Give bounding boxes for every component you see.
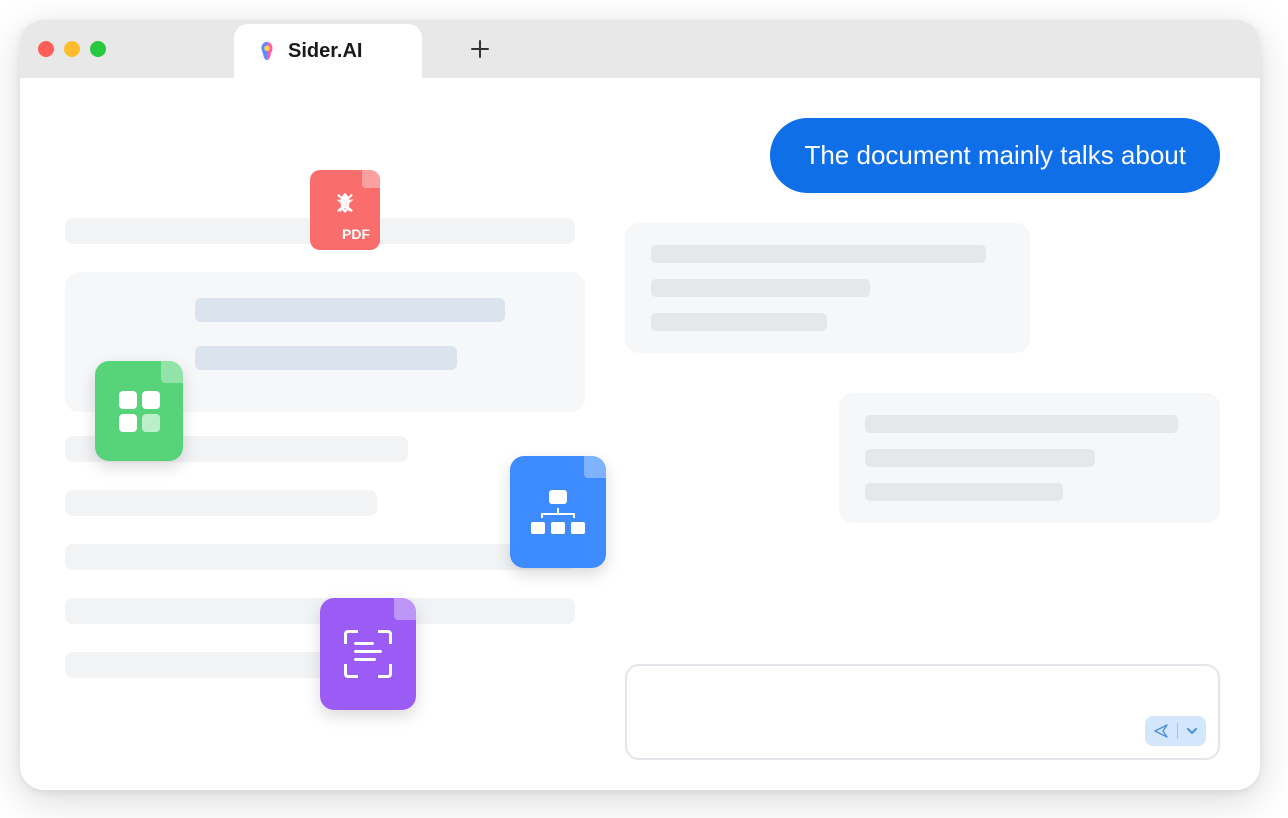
chat-input[interactable]	[625, 664, 1220, 760]
scan-icon	[344, 630, 392, 678]
app-window: Sider.AI PDF	[20, 20, 1260, 790]
reply-line	[865, 415, 1177, 433]
ai-reply-block	[839, 393, 1220, 523]
pdf-label: PDF	[342, 226, 370, 242]
doc-text-line	[195, 346, 457, 370]
reply-line	[651, 245, 986, 263]
send-options-dropdown[interactable]	[1186, 725, 1198, 737]
document-pane: PDF	[20, 78, 615, 790]
doc-text-line	[195, 298, 505, 322]
spreadsheet-file-icon[interactable]	[95, 361, 183, 461]
doc-text-line	[65, 490, 377, 516]
maximize-window-button[interactable]	[90, 41, 106, 57]
tab-title: Sider.AI	[288, 40, 362, 63]
divider	[1177, 723, 1178, 739]
content-area: PDF	[20, 78, 1260, 790]
grid-icon	[119, 391, 160, 432]
sider-logo-icon	[256, 40, 278, 62]
close-window-button[interactable]	[38, 41, 54, 57]
titlebar: Sider.AI	[20, 20, 1260, 78]
send-button[interactable]	[1153, 723, 1169, 739]
sitemap-file-icon[interactable]	[510, 456, 606, 568]
reply-line	[865, 483, 1062, 501]
window-controls	[38, 41, 106, 57]
pdf-file-icon[interactable]: PDF	[310, 170, 380, 250]
user-message-text: The document mainly talks about	[804, 140, 1186, 170]
sitemap-icon	[531, 490, 585, 534]
user-message-bubble: The document mainly talks about	[770, 118, 1220, 193]
send-button-cluster	[1145, 716, 1206, 746]
minimize-window-button[interactable]	[64, 41, 80, 57]
browser-tab[interactable]: Sider.AI	[234, 24, 422, 78]
chat-pane: The document mainly talks about	[615, 78, 1260, 790]
doc-text-line	[65, 544, 575, 570]
reply-line	[651, 313, 827, 331]
ai-reply-block	[625, 223, 1029, 353]
scan-file-icon[interactable]	[320, 598, 416, 710]
new-tab-button[interactable]	[460, 29, 500, 69]
reply-line	[651, 279, 870, 297]
reply-line	[865, 449, 1095, 467]
